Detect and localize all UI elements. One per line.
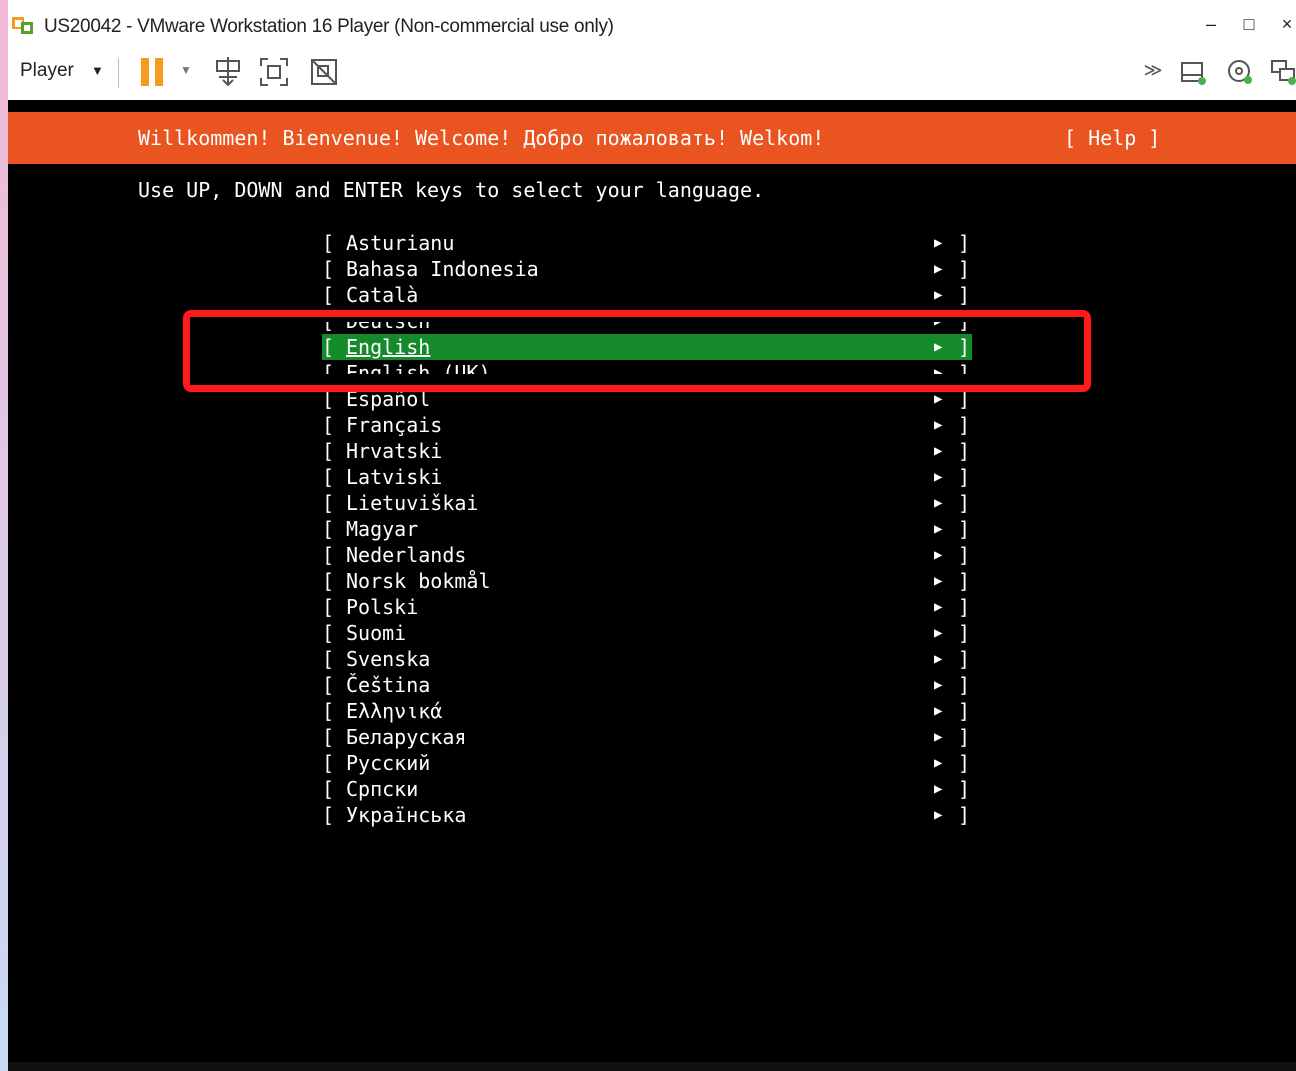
annotation-highlight-box — [183, 310, 1091, 392]
list-item[interactable]: [Latviski ▶] — [322, 464, 972, 490]
list-item[interactable]: [Српски ▶] — [322, 776, 972, 802]
more-icon[interactable]: ≫ — [1138, 60, 1168, 90]
list-item[interactable]: [Lietuviškai ▶] — [322, 490, 972, 516]
instruction-text: Use UP, DOWN and ENTER keys to select yo… — [138, 178, 765, 202]
network-icon[interactable] — [1270, 57, 1296, 87]
player-menu-button[interactable]: Player — [20, 60, 74, 82]
removable-device-icon[interactable] — [1178, 57, 1208, 87]
list-item[interactable]: [Nederlands ▶] — [322, 542, 972, 568]
list-item[interactable]: [Ελληνικά ▶] — [322, 698, 972, 724]
list-item[interactable]: [Русский ▶] — [322, 750, 972, 776]
close-button[interactable]: × — [1274, 14, 1296, 35]
pause-dropdown-icon[interactable]: ▼ — [180, 63, 192, 77]
chevron-down-icon[interactable]: ▼ — [91, 63, 104, 78]
send-ctrl-alt-del-icon[interactable] — [213, 57, 243, 87]
pause-icon[interactable] — [141, 58, 165, 86]
list-item[interactable]: [Asturianu ▶] — [322, 230, 972, 256]
list-item[interactable]: [Français ▶] — [322, 412, 972, 438]
list-item[interactable]: [Català ▶] — [322, 282, 972, 308]
list-item[interactable]: [Bahasa Indonesia ▶] — [322, 256, 972, 282]
title-bar: US20042 - VMware Workstation 16 Player (… — [8, 0, 1296, 54]
list-item[interactable]: [Čeština ▶] — [322, 672, 972, 698]
vmware-app-icon — [12, 17, 33, 34]
welcome-title: Willkommen! Bienvenue! Welcome! Добро по… — [138, 126, 825, 150]
unity-icon[interactable] — [309, 57, 339, 87]
vmware-window: US20042 - VMware Workstation 16 Player (… — [8, 0, 1296, 1071]
vm-console[interactable]: Willkommen! Bienvenue! Welcome! Добро по… — [8, 100, 1296, 1071]
list-item[interactable]: [Hrvatski ▶] — [322, 438, 972, 464]
window-title: US20042 - VMware Workstation 16 Player (… — [44, 16, 614, 37]
toolbar: Player ▼ ▼ ≫ — [8, 54, 1296, 94]
list-item[interactable]: [Svenska ▶] — [322, 646, 972, 672]
list-item[interactable]: [Беларуская ▶] — [322, 724, 972, 750]
help-button[interactable]: [ Help ] — [1064, 126, 1160, 150]
list-item[interactable]: [Magyar ▶] — [322, 516, 972, 542]
minimize-button[interactable]: – — [1198, 14, 1224, 35]
maximize-button[interactable]: □ — [1236, 14, 1262, 35]
fullscreen-icon[interactable] — [259, 57, 289, 87]
toolbar-divider — [118, 58, 119, 88]
list-item[interactable]: [Українська ▶] — [322, 802, 972, 828]
list-item[interactable]: [Polski ▶] — [322, 594, 972, 620]
list-item[interactable]: [Suomi ▶] — [322, 620, 972, 646]
console-footer — [8, 1062, 1296, 1071]
list-item[interactable]: [Norsk bokmål ▶] — [322, 568, 972, 594]
cd-dvd-icon[interactable] — [1225, 57, 1255, 87]
